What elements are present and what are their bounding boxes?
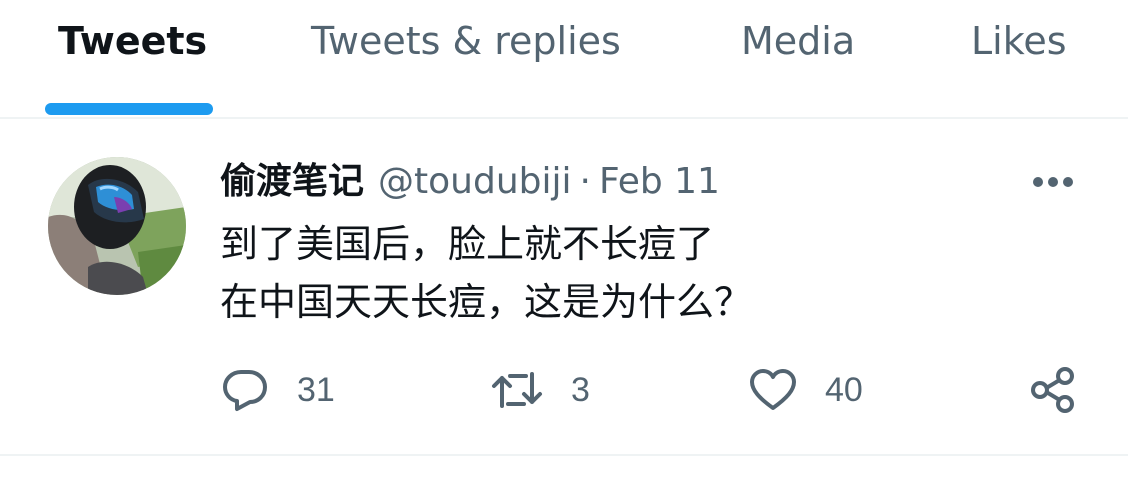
more-horizontal-icon — [1033, 177, 1073, 187]
tab-tweets[interactable]: Tweets — [58, 16, 207, 66]
tab-likes[interactable]: Likes — [971, 16, 1067, 66]
more-options-button[interactable] — [1028, 165, 1078, 199]
tweet-text: 到了美国后，脸上就不长痘了 在中国天天长痘，这是为什么？ — [220, 215, 1040, 331]
heart-icon — [750, 369, 796, 410]
display-name[interactable]: 偷渡笔记 — [220, 161, 364, 202]
reply-button[interactable]: 31 — [221, 365, 335, 415]
header-separator: · — [579, 161, 591, 202]
tweet-text-line: 在中国天天长痘，这是为什么？ — [220, 280, 753, 324]
tweet-date[interactable]: Feb 11 — [599, 161, 720, 202]
user-handle[interactable]: @toudubiji — [378, 161, 571, 202]
reply-count: 31 — [297, 370, 335, 409]
retweet-icon — [492, 372, 542, 408]
active-tab-indicator — [45, 103, 213, 115]
retweet-button[interactable]: 3 — [491, 365, 590, 415]
tweet[interactable]: 偷渡笔记 @toudubiji · Feb 11 到了美国后，脸上就不长痘了 在中国天… — [0, 119, 1128, 455]
tab-media[interactable]: Media — [741, 16, 855, 66]
tweet-text-line: 到了美国后，脸上就不长痘了 — [220, 222, 715, 266]
reply-bubble-icon — [223, 370, 267, 411]
like-button[interactable]: 40 — [749, 365, 863, 415]
share-icon — [1031, 367, 1074, 413]
tweet-divider — [0, 454, 1128, 456]
tab-tweets-and-replies[interactable]: Tweets & replies — [311, 16, 621, 66]
retweet-count: 3 — [571, 370, 590, 409]
like-count: 40 — [825, 370, 863, 409]
share-button[interactable] — [1030, 365, 1076, 415]
profile-tabs: Tweets Tweets & replies Media Likes — [0, 0, 1128, 119]
avatar[interactable] — [48, 157, 186, 295]
tweet-header: 偷渡笔记 @toudubiji · Feb 11 — [220, 159, 720, 205]
